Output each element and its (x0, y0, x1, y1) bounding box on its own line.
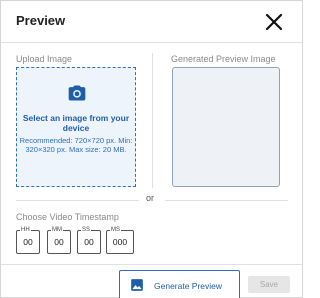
minutes-input[interactable]: MM 00 (47, 226, 71, 254)
generate-preview-button[interactable]: Generate Preview (119, 270, 240, 298)
upload-dropzone[interactable]: Select an image from your device Recomme… (16, 67, 136, 187)
camera-icon (68, 85, 86, 101)
footer-divider (1, 264, 302, 265)
dialog-title: Preview (16, 13, 66, 28)
save-button[interactable]: Save (248, 276, 290, 293)
milliseconds-value: 000 (112, 237, 128, 247)
vertical-divider (152, 53, 153, 188)
video-timestamp-label: Choose Video Timestamp (16, 212, 119, 222)
or-divider-right (165, 200, 288, 201)
close-button[interactable] (263, 11, 285, 33)
upload-requirements: Recommended: 720×720 px. Min: 320×320 px… (19, 136, 133, 154)
minutes-value: 00 (54, 237, 64, 247)
hours-input[interactable]: HH 00 (16, 226, 40, 254)
or-separator: or (146, 193, 155, 203)
seconds-input[interactable]: SS 00 (77, 226, 101, 254)
generated-preview-label: Generated Preview Image (171, 54, 276, 64)
generated-preview-image (172, 67, 280, 187)
or-divider-left (16, 200, 139, 201)
upload-heading: Select an image from your device (22, 113, 130, 133)
minutes-unit: MM (51, 226, 63, 234)
upload-image-label: Upload Image (16, 54, 73, 64)
image-icon (131, 279, 143, 291)
generate-preview-label: Generate Preview (154, 281, 223, 291)
milliseconds-unit: MS (110, 226, 121, 234)
preview-dialog: Preview Upload Image Select an image fro… (0, 0, 303, 298)
milliseconds-input[interactable]: MS 000 (106, 226, 134, 254)
close-icon (265, 13, 283, 31)
header-divider (1, 42, 302, 43)
hours-value: 00 (23, 237, 33, 247)
hours-unit: HH (20, 226, 31, 234)
seconds-unit: SS (81, 226, 92, 234)
seconds-value: 00 (84, 237, 94, 247)
